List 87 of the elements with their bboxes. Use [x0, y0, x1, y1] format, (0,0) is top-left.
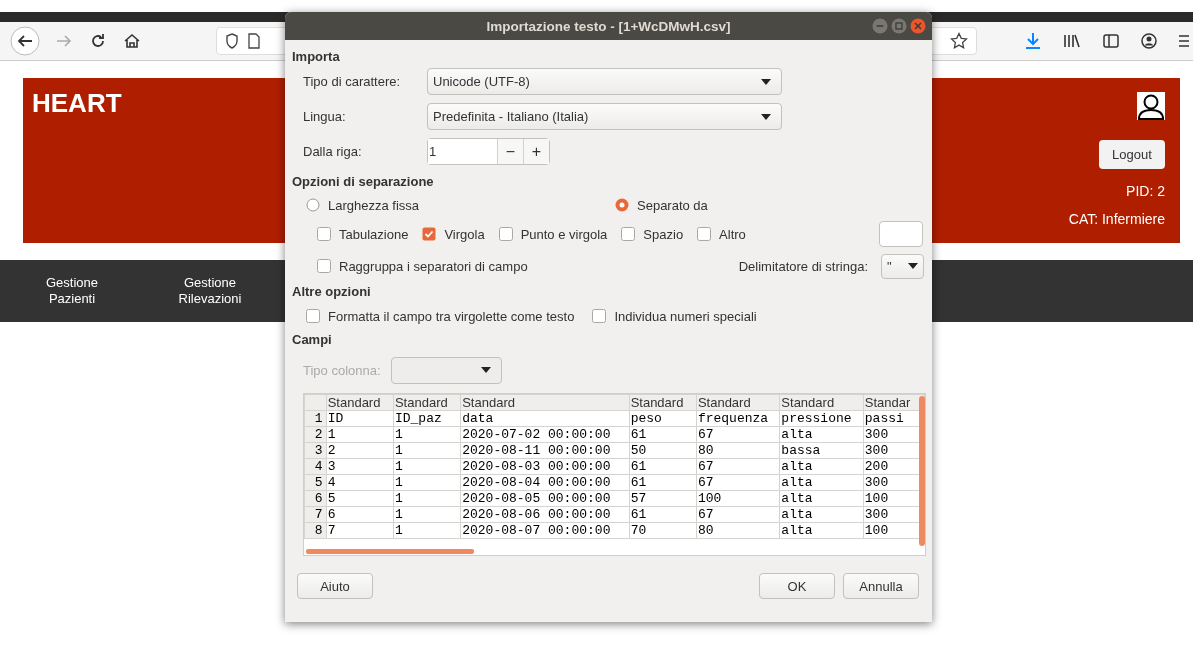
table-cell: 1 — [393, 522, 461, 539]
table-cell: ID_paz — [393, 410, 461, 427]
table-cell: 80 — [696, 522, 780, 539]
option-label: Altro — [719, 226, 746, 242]
table-cell: 50 — [629, 442, 697, 459]
table-cell: 1 — [326, 426, 394, 443]
table-cell: 67 — [696, 458, 780, 475]
table-cell: 2020-08-04 00:00:00 — [460, 474, 630, 491]
option-label: Formatta il campo tra virgolette come testo — [328, 308, 575, 324]
table-cell: 2020-08-06 00:00:00 — [460, 506, 630, 523]
logout-button[interactable]: Logout — [1099, 140, 1165, 169]
column-header[interactable]: Standard — [696, 394, 780, 411]
table-cell: 1 — [393, 474, 461, 491]
table-cell: alta — [779, 474, 864, 491]
option-label: Separato da — [637, 197, 708, 213]
table-cell: 1 — [393, 442, 461, 459]
table-cell: 2020-08-05 00:00:00 — [460, 490, 630, 507]
section-heading: Altre opzioni — [292, 283, 372, 301]
table-cell: ID — [326, 410, 394, 427]
option-label: Tabulazione — [339, 226, 409, 242]
table-cell: 61 — [629, 474, 697, 491]
table-cell: 57 — [629, 490, 697, 507]
column-header[interactable]: Standard — [460, 394, 630, 411]
table-cell: 1 — [393, 426, 461, 443]
table-cell: 1 — [393, 458, 461, 475]
pid-text: PID: 2 — [1126, 183, 1165, 199]
table-cell: alta — [779, 522, 864, 539]
column-header[interactable]: Standard — [393, 394, 461, 411]
table-cell: 2020-08-07 00:00:00 — [460, 522, 630, 539]
table-cell: peso — [629, 410, 697, 427]
site-title: HEART — [31, 87, 122, 120]
table-cell: pressione — [779, 410, 864, 427]
table-cell: 67 — [696, 474, 780, 491]
nav-link[interactable]: Gestione Rilevazioni — [168, 275, 252, 307]
table-cell: 6 — [326, 506, 394, 523]
table-cell: 2020-07-02 00:00:00 — [460, 426, 630, 443]
table-cell: 5 — [326, 490, 394, 507]
table-cell: 2 — [326, 442, 394, 459]
option-label: Punto e virgola — [520, 226, 608, 242]
window-title: Importazione testo - [1+WcDMwH.csv] — [486, 18, 731, 34]
table-cell: 70 — [629, 522, 697, 539]
table-cell: alta — [779, 458, 864, 475]
table-cell: 3 — [326, 458, 394, 475]
category-text: CAT: Infermiere — [1068, 211, 1165, 227]
table-cell: 61 — [629, 426, 697, 443]
table-cell: 2020-08-11 00:00:00 — [460, 442, 630, 459]
section-heading: Importa — [292, 48, 341, 66]
table-cell: 67 — [696, 506, 780, 523]
ok-button[interactable]: OK — [759, 573, 835, 599]
table-cell: 67 — [696, 426, 780, 443]
section-heading: Opzioni di separazione — [292, 173, 435, 191]
option-label: Individua numeri speciali — [614, 308, 757, 324]
table-cell: 80 — [696, 442, 780, 459]
dropdown[interactable]: " — [881, 253, 924, 279]
table-cell: 7 — [326, 522, 394, 539]
column-header[interactable]: Standard — [629, 394, 697, 411]
dropdown[interactable]: Unicode (UTF-8) — [427, 68, 782, 95]
field-label: Tipo colonna: — [303, 362, 381, 378]
table-cell: 100 — [696, 490, 780, 507]
table-cell: 1 — [393, 490, 461, 507]
column-header[interactable]: Standard — [779, 394, 864, 411]
help-button[interactable]: Aiuto — [297, 573, 373, 599]
field-label: Tipo di carattere: — [303, 74, 402, 89]
table-cell: data — [460, 410, 630, 427]
option-label: Spazio — [643, 226, 684, 242]
table-cell: alta — [779, 426, 864, 443]
table-cell: frequenza — [696, 410, 780, 427]
option-label: Raggruppa i separatori di campo — [339, 258, 528, 274]
table-cell: 61 — [629, 506, 697, 523]
table-cell: alta — [779, 490, 864, 507]
nav-link[interactable]: Gestione Pazienti — [30, 275, 114, 307]
table-cell: alta — [779, 506, 864, 523]
dropdown[interactable]: Predefinita - Italiano (Italia) — [427, 103, 782, 130]
table-cell: 2020-08-03 00:00:00 — [460, 458, 630, 475]
cancel-button[interactable]: Annulla — [843, 573, 919, 599]
column-header[interactable]: Standard — [326, 394, 394, 411]
section-heading: Campi — [292, 331, 333, 349]
column-header[interactable]: Standar — [863, 394, 925, 411]
field-label: Lingua: — [303, 109, 347, 124]
option-label: Larghezza fissa — [328, 197, 420, 213]
table-cell: 61 — [629, 458, 697, 475]
option-label: Virgola — [444, 226, 485, 242]
field-label: Dalla riga: — [303, 144, 363, 159]
table-cell: 4 — [326, 474, 394, 491]
table-cell: bassa — [779, 442, 864, 459]
table-cell: 1 — [393, 506, 461, 523]
field-label: Delimitatore di stringa: — [738, 258, 868, 274]
